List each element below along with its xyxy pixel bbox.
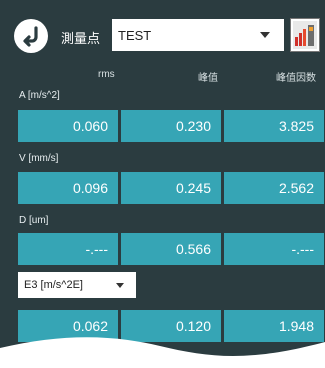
column-header-rms: rms (98, 69, 115, 80)
column-header-crest-factor: 峰值因数 (276, 73, 316, 84)
value-cell: 2.562 (224, 172, 324, 204)
e3-unit-select[interactable]: E3 [m/s^2E] (18, 272, 136, 298)
row-label-displacement: D [um] (19, 215, 49, 226)
row-label-velocity: V [mm/s] (19, 153, 59, 164)
header: 測量点 TEST (0, 0, 325, 62)
value-cell: 0.060 (18, 110, 118, 142)
value-cell: 0.096 (18, 172, 118, 204)
meter-app-icon[interactable] (290, 18, 320, 52)
dropdown-caret-icon (260, 32, 270, 38)
torn-edge-decoration (0, 337, 325, 368)
value-cell: 3.825 (224, 110, 324, 142)
measurement-point-select[interactable]: TEST (112, 19, 284, 51)
row-label-acceleration: A [m/s^2] (19, 90, 60, 101)
value-cell: -.--- (18, 233, 118, 265)
value-cell: 0.245 (121, 172, 221, 204)
signal-meter-icon (293, 21, 317, 49)
value-cell: 0.566 (121, 233, 221, 265)
column-header-peak: 峰值 (198, 73, 218, 84)
value-cell: -.--- (224, 233, 324, 265)
measurement-screen: 測量点 TEST rms 峰值 峰值因数 A [m/s^2] 0.060 0.2… (0, 0, 325, 368)
dropdown-caret-icon (116, 283, 124, 288)
back-button[interactable] (14, 19, 48, 53)
value-cell: 0.230 (121, 110, 221, 142)
e3-unit-value: E3 [m/s^2E] (24, 279, 83, 291)
measurement-point-label: 測量点 (61, 31, 101, 46)
return-arrow-icon (23, 26, 38, 47)
measurement-point-value: TEST (118, 27, 152, 43)
